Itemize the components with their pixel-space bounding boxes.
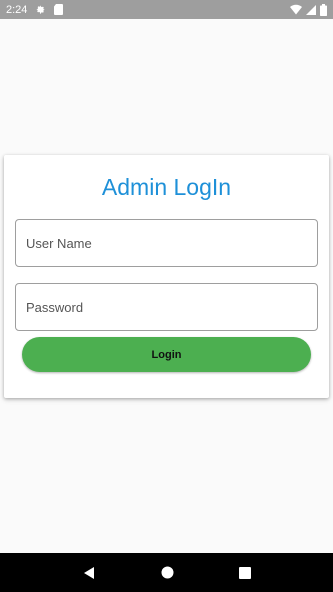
status-bar: 2:24	[0, 0, 333, 19]
home-icon[interactable]	[161, 566, 174, 579]
page-title: Admin LogIn	[101, 174, 232, 200]
username-field[interactable]: User Name	[15, 219, 318, 267]
password-field[interactable]: Password	[15, 283, 318, 331]
sd-card-icon	[54, 4, 64, 15]
password-placeholder: Password	[26, 299, 84, 315]
back-icon[interactable]	[82, 566, 96, 580]
username-placeholder: User Name	[26, 235, 92, 251]
recents-icon[interactable]	[238, 566, 251, 579]
gear-icon	[35, 4, 46, 15]
battery-icon	[320, 3, 327, 16]
login-button[interactable]: Login	[22, 337, 311, 372]
signal-icon	[306, 4, 316, 15]
wifi-icon	[290, 4, 302, 15]
status-time: 2:24	[6, 3, 28, 16]
login-card: Admin LogIn User Name Password Login	[4, 155, 329, 398]
navigation-bar	[0, 553, 333, 592]
